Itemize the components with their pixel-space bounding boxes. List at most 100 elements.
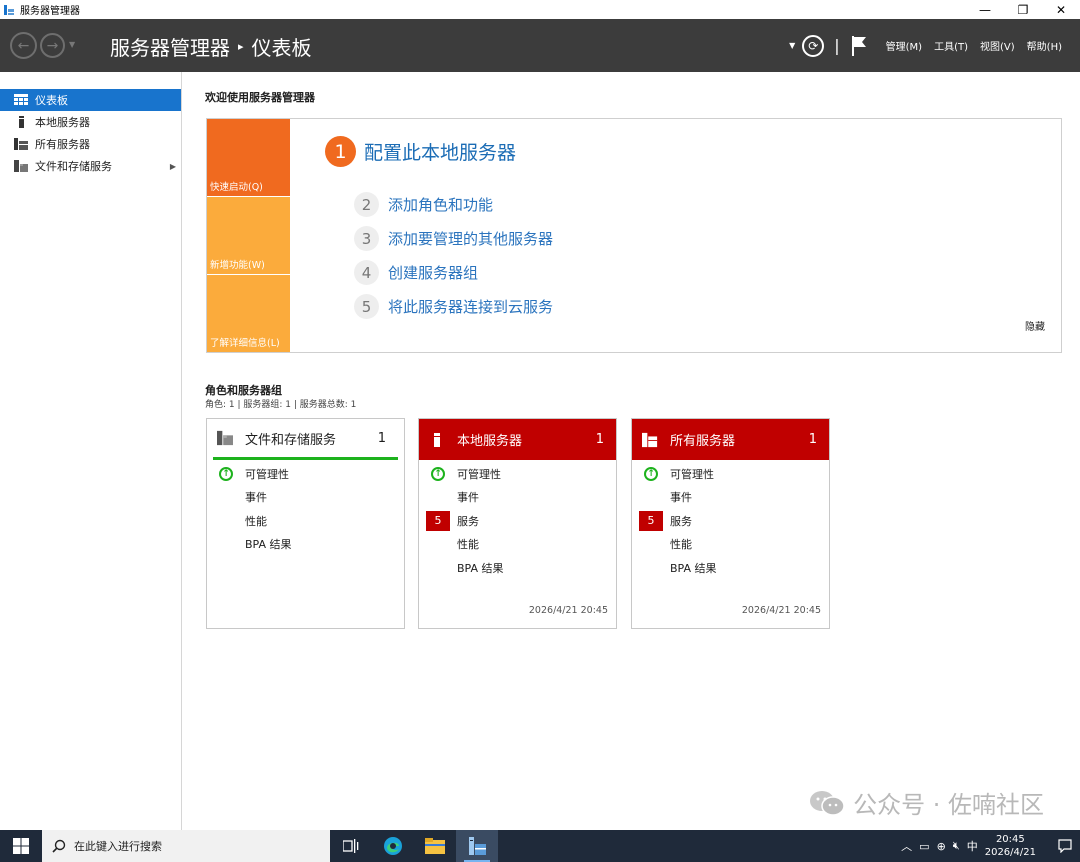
step-create-server-group[interactable]: 4 创建服务器组 — [354, 260, 478, 285]
breadcrumb: 服务器管理器 ▸ 仪表板 — [110, 32, 312, 61]
tray-chevron-up-icon[interactable]: ︿ — [901, 838, 912, 854]
history-dropdown[interactable]: ▼ — [69, 40, 75, 49]
hide-link[interactable]: 隐藏 — [1025, 318, 1045, 333]
taskbar-clock[interactable]: 20:45 2026/4/21 — [985, 833, 1036, 859]
row-label: 可管理性 — [245, 467, 289, 481]
tab-learn-more[interactable]: 了解详细信息(L) — [207, 275, 290, 352]
dashboard-icon — [14, 94, 28, 106]
tab-whats-new[interactable]: 新增功能(W) — [207, 197, 290, 274]
action-center-button[interactable] — [1050, 830, 1080, 862]
wechat-icon — [809, 790, 845, 816]
tile-row-performance[interactable]: 性能 — [632, 533, 829, 557]
step-configure-local-server[interactable]: 1 配置此本地服务器 — [325, 136, 516, 167]
window-title: 服务器管理器 — [20, 6, 80, 17]
app-header: ← → ▼ 服务器管理器 ▸ 仪表板 ▼ ⟳ | 管理(M) 工具(T) 视图(… — [0, 19, 1080, 72]
tile-header[interactable]: 所有服务器 1 — [632, 419, 829, 460]
taskbar-search[interactable]: 在此键入进行搜索 — [42, 830, 330, 862]
tile-row-bpa[interactable]: BPA 结果 — [419, 556, 616, 580]
step-add-servers[interactable]: 3 添加要管理的其他服务器 — [354, 226, 553, 251]
tile-all-servers[interactable]: 所有服务器 1 ↑ 可管理性 事件 5 服务 性能 BPA 结果 2026/4/… — [631, 418, 830, 629]
edge-icon — [384, 837, 402, 855]
restore-button[interactable]: ❐ — [1004, 0, 1042, 19]
close-button[interactable]: ✕ — [1042, 0, 1080, 19]
forward-button[interactable]: → — [40, 33, 65, 58]
servers-icon — [14, 138, 28, 150]
sidebar-item-label: 文件和存储服务 — [35, 160, 112, 173]
tile-row-manageability[interactable]: ↑ 可管理性 — [419, 462, 616, 486]
row-label: 可管理性 — [670, 467, 714, 481]
start-button[interactable] — [0, 830, 42, 862]
header-divider: | — [834, 36, 840, 55]
tile-row-events[interactable]: 事件 — [207, 486, 404, 510]
file-explorer-button[interactable] — [414, 830, 456, 862]
tile-title: 所有服务器 — [670, 434, 736, 449]
watermark: 公众号 · 佐喃社区 — [809, 785, 1044, 820]
sidebar-item-file-storage[interactable]: 文件和存储服务 ▶ — [0, 155, 181, 177]
tile-row-events[interactable]: 事件 — [419, 486, 616, 510]
tile-row-services[interactable]: 5 服务 — [419, 509, 616, 533]
back-button[interactable]: ← — [10, 32, 37, 59]
roles-summary: 角色: 1 | 服务器组: 1 | 服务器总数: 1 — [205, 400, 357, 410]
row-label: 服务 — [670, 514, 692, 528]
step-connect-cloud[interactable]: 5 将此服务器连接到云服务 — [354, 294, 553, 319]
task-view-button[interactable] — [330, 830, 372, 862]
step-link[interactable]: 添加角色和功能 — [388, 194, 493, 215]
row-label: 性能 — [670, 538, 692, 552]
tile-row-bpa[interactable]: BPA 结果 — [632, 556, 829, 580]
step-number: 5 — [354, 294, 379, 319]
step-add-roles[interactable]: 2 添加角色和功能 — [354, 192, 493, 217]
menu-view[interactable]: 视图(V) — [980, 38, 1015, 53]
step-link[interactable]: 创建服务器组 — [388, 262, 478, 283]
server-manager-icon — [469, 837, 486, 855]
tile-row-performance[interactable]: 性能 — [419, 533, 616, 557]
menu-tools[interactable]: 工具(T) — [934, 38, 968, 53]
tab-quick-start[interactable]: 快速启动(Q) — [207, 119, 290, 196]
row-label: 可管理性 — [457, 467, 501, 481]
row-label: 性能 — [245, 514, 267, 528]
status-ok-icon: ↑ — [644, 466, 658, 481]
refresh-button[interactable]: ⟳ — [802, 34, 825, 57]
tile-row-events[interactable]: 事件 — [632, 486, 829, 510]
tile-row-manageability[interactable]: ↑ 可管理性 — [632, 462, 829, 486]
server-manager-taskbar-button[interactable] — [456, 830, 498, 862]
row-label: 事件 — [457, 491, 479, 505]
step-number: 4 — [354, 260, 379, 285]
tile-local-server[interactable]: 本地服务器 1 ↑ 可管理性 事件 5 服务 性能 BPA 结果 2026/4/… — [418, 418, 617, 629]
breadcrumb-root[interactable]: 服务器管理器 — [110, 32, 230, 61]
tile-row-performance[interactable]: 性能 — [207, 509, 404, 533]
step-link[interactable]: 添加要管理的其他服务器 — [388, 228, 553, 249]
tile-file-storage[interactable]: 文件和存储服务 1 ↑ 可管理性 事件 性能 BPA 结果 — [206, 418, 405, 629]
notifications-flag-icon[interactable] — [850, 35, 868, 57]
system-tray: ︿ ▭ ⊕ 🔇︎ 中 20:45 2026/4/21 — [901, 830, 1080, 862]
ime-indicator[interactable]: 中 — [967, 838, 978, 854]
edge-browser-button[interactable] — [372, 830, 414, 862]
step-link[interactable]: 将此服务器连接到云服务 — [388, 296, 553, 317]
volume-muted-icon[interactable]: 🔇︎ — [953, 839, 960, 853]
tile-header[interactable]: 文件和存储服务 1 — [213, 419, 398, 460]
tile-row-services[interactable]: 5 服务 — [632, 509, 829, 533]
tile-count: 1 — [808, 432, 817, 447]
battery-icon[interactable]: ▭ — [919, 840, 929, 853]
tile-header[interactable]: 本地服务器 1 — [419, 419, 616, 460]
minimize-button[interactable]: — — [966, 0, 1004, 19]
tile-title: 文件和存储服务 — [245, 432, 337, 448]
tile-row-manageability[interactable]: ↑ 可管理性 — [207, 462, 404, 486]
expand-arrow-icon[interactable]: ▶ — [170, 162, 176, 171]
status-ok-icon: ↑ — [431, 466, 445, 481]
network-globe-icon[interactable]: ⊕ — [937, 840, 946, 853]
sidebar-item-all-servers[interactable]: 所有服务器 — [0, 133, 181, 155]
storage-icon — [14, 160, 28, 172]
menu-help[interactable]: 帮助(H) — [1027, 38, 1062, 53]
taskbar: 在此键入进行搜索 ︿ ▭ ⊕ 🔇︎ 中 20:45 2026/4/21 — [0, 830, 1080, 862]
sidebar-item-dashboard[interactable]: 仪表板 — [0, 89, 181, 111]
refresh-icon: ⟳ — [808, 38, 819, 53]
tile-row-bpa[interactable]: BPA 结果 — [207, 533, 404, 557]
status-ok-icon: ↑ — [219, 466, 233, 481]
step-link[interactable]: 配置此本地服务器 — [364, 138, 516, 165]
roles-title: 角色和服务器组 — [205, 384, 282, 397]
refresh-dropdown[interactable]: ▼ — [789, 41, 795, 50]
sidebar-item-local-server[interactable]: 本地服务器 — [0, 111, 181, 133]
menu-manage[interactable]: 管理(M) — [886, 38, 922, 53]
folder-icon — [425, 838, 445, 854]
watermark-text: 公众号 · 佐喃社区 — [853, 791, 1044, 819]
